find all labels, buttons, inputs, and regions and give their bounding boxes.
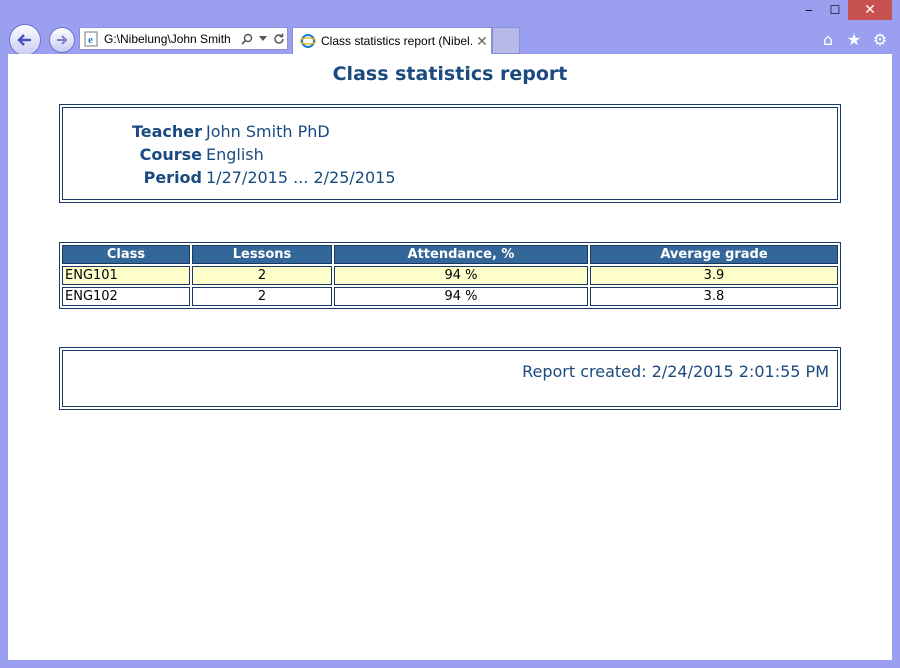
info-value: 1/27/2015 ... 2/25/2015 [206, 168, 396, 187]
info-value: John Smith PhD [206, 122, 330, 141]
table-header: Class Lessons Attendance, % Average grad… [62, 245, 838, 264]
stats-table: Class Lessons Attendance, % Average grad… [59, 242, 841, 309]
tab-report[interactable]: Class statistics report (Nibel... ✕ [292, 27, 492, 54]
column-header: Class [62, 245, 190, 264]
table-cell: ENG101 [62, 266, 190, 285]
info-box: Teacher John Smith PhD Course English Peri… [59, 104, 841, 203]
column-header: Attendance, % [334, 245, 588, 264]
toolbar: ⌂ ★ ⚙ [818, 29, 890, 49]
table-cell: ENG102 [62, 287, 190, 306]
page-title: Class statistics report [332, 63, 568, 85]
report-created: Report created: 2/24/2015 2:01:55 PM [522, 362, 829, 381]
footer-box: Report created: 2/24/2015 2:01:55 PM [59, 347, 841, 410]
tab-title: Class statistics report (Nibel... [321, 34, 473, 48]
table-row: ENG101 2 94 % 3.9 [62, 266, 838, 285]
table-cell: 2 [192, 287, 332, 306]
column-header: Lessons [192, 245, 332, 264]
column-header: Average grade [590, 245, 838, 264]
address-bar[interactable]: e G:\Nibelung\John Smith [79, 27, 288, 50]
page-content: Class statistics report Teacher John Smit… [8, 54, 892, 660]
gear-icon[interactable]: ⚙ [870, 29, 890, 49]
back-arrow-icon [17, 34, 31, 46]
dropdown-icon[interactable] [255, 31, 271, 47]
info-period: Period 1/27/2015 ... 2/25/2015 [82, 168, 396, 187]
refresh-icon[interactable] [271, 31, 287, 47]
info-label: Teacher [131, 122, 202, 141]
forward-button[interactable] [49, 27, 75, 53]
star-icon[interactable]: ★ [844, 29, 864, 49]
search-icon[interactable] [239, 31, 255, 47]
info-label: Period [143, 168, 202, 187]
forward-arrow-icon [57, 35, 68, 45]
table-cell: 94 % [334, 287, 588, 306]
ie-icon [300, 34, 316, 48]
info-course: Course English [82, 145, 264, 164]
close-window-button[interactable]: ✕ [848, 0, 892, 20]
maximize-button[interactable]: ☐ [822, 0, 848, 20]
ie-icon: e [84, 31, 98, 46]
table-cell: 94 % [334, 266, 588, 285]
table-cell: 3.9 [590, 266, 838, 285]
back-button[interactable] [9, 24, 41, 56]
window-controls: ‒ ☐ ✕ [796, 0, 892, 22]
table-cell: 2 [192, 266, 332, 285]
close-tab-button[interactable]: ✕ [473, 33, 491, 50]
minimize-button[interactable]: ‒ [796, 0, 822, 20]
address-input[interactable]: G:\Nibelung\John Smith [104, 32, 239, 46]
table-cell: 3.8 [590, 287, 838, 306]
table-row: ENG102 2 94 % 3.8 [62, 287, 838, 306]
info-teacher: Teacher John Smith PhD [82, 122, 330, 141]
info-value: English [206, 145, 264, 164]
info-label: Course [139, 145, 202, 164]
new-tab-button[interactable] [492, 27, 520, 54]
svg-text:e: e [88, 34, 93, 46]
home-icon[interactable]: ⌂ [818, 29, 838, 49]
